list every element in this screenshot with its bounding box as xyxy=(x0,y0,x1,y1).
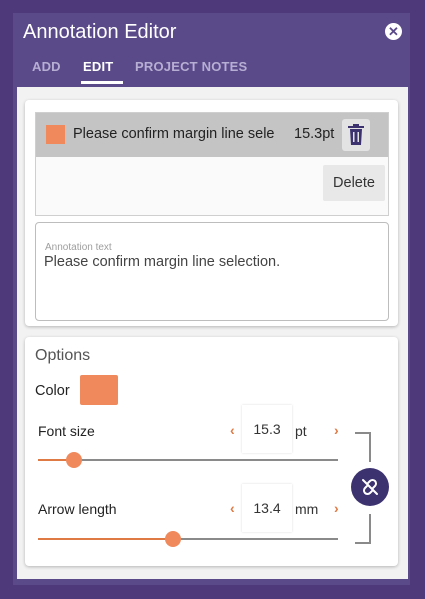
annotation-color-swatch xyxy=(46,125,65,144)
annotation-text-value: Please confirm margin line selection. xyxy=(44,254,281,270)
edit-panel: Please confirm margin line sele 15.3pt D… xyxy=(17,87,408,579)
color-picker-button[interactable] xyxy=(80,375,118,405)
tab-add[interactable]: ADD xyxy=(32,59,61,74)
font-size-slider-thumb[interactable] xyxy=(66,452,82,468)
window-title: Annotation Editor xyxy=(23,21,177,43)
arrow-length-increase-icon[interactable]: › xyxy=(334,500,339,516)
tab-bar: ADD EDIT PROJECT NOTES xyxy=(13,57,410,85)
tab-edit[interactable]: EDIT xyxy=(83,59,113,74)
trash-icon[interactable] xyxy=(342,119,370,151)
color-label: Color xyxy=(35,383,70,399)
arrow-length-input[interactable]: 13.4 xyxy=(242,484,292,532)
arrow-length-label: Arrow length xyxy=(38,501,117,517)
annotation-text-label: Annotation text xyxy=(45,242,112,253)
font-size-unit: pt xyxy=(295,423,307,439)
annotation-item-text: Please confirm margin line sele xyxy=(73,126,275,142)
arrow-length-unit: mm xyxy=(295,501,319,517)
annotation-list[interactable]: Please confirm margin line sele 15.3pt D… xyxy=(35,112,389,216)
tab-project-notes[interactable]: PROJECT NOTES xyxy=(135,59,247,74)
font-size-increase-icon[interactable]: › xyxy=(334,422,339,438)
arrow-length-slider-fill xyxy=(38,538,173,540)
arrow-length-slider-thumb[interactable] xyxy=(165,531,181,547)
font-size-decrease-icon[interactable]: ‹ xyxy=(230,422,235,438)
unlink-icon[interactable] xyxy=(351,468,389,506)
delete-tooltip: Delete xyxy=(323,165,385,201)
arrow-length-decrease-icon[interactable]: ‹ xyxy=(230,500,235,516)
close-icon[interactable]: ✕ xyxy=(385,23,402,40)
annotation-text-field[interactable]: Annotation text Please confirm margin li… xyxy=(35,222,389,321)
font-size-label: Font size xyxy=(38,423,95,439)
annotation-card: Please confirm margin line sele 15.3pt D… xyxy=(25,100,398,326)
list-item[interactable]: Please confirm margin line sele 15.3pt xyxy=(36,113,388,157)
header: Annotation Editor ✕ ADD EDIT PROJECT NOT… xyxy=(13,13,410,87)
options-card: Options Color Font size ‹ 15.3 pt › Arro… xyxy=(25,337,398,566)
font-size-slider[interactable] xyxy=(38,452,338,468)
annotation-item-size: 15.3pt xyxy=(294,126,335,142)
active-tab-indicator xyxy=(81,81,123,84)
options-title: Options xyxy=(35,347,91,364)
font-size-input[interactable]: 15.3 xyxy=(242,405,292,453)
arrow-length-slider[interactable] xyxy=(38,531,338,547)
